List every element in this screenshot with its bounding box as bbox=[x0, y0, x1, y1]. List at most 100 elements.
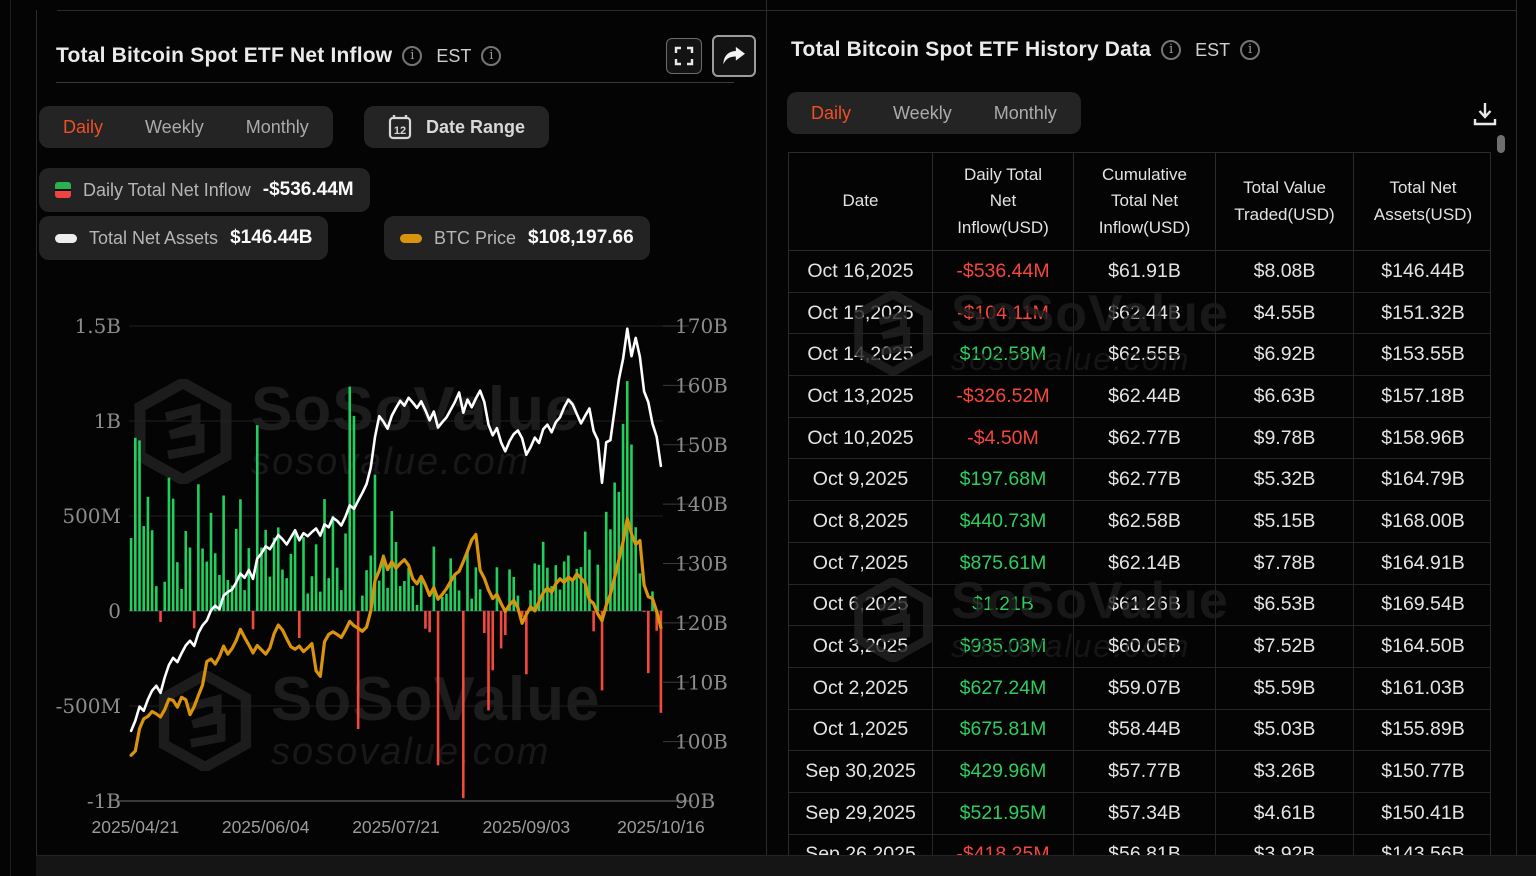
date-cell: Oct 1,2025 bbox=[789, 709, 933, 752]
date-range-button[interactable]: 12 Date Range bbox=[364, 106, 550, 148]
table-body[interactable]: Oct 16,2025 -$536.44M $61.91B $8.08B $146.44… bbox=[789, 251, 1490, 855]
inflow-bar-positive bbox=[146, 496, 150, 611]
tab-daily[interactable]: Daily bbox=[63, 117, 103, 138]
inflow-bar-negative bbox=[491, 611, 495, 671]
traded-cell: $5.15B bbox=[1216, 501, 1354, 543]
inflow-bar-positive bbox=[176, 562, 179, 611]
inflow-bar-negative bbox=[525, 611, 528, 675]
legend-net-assets[interactable]: Total Net Assets $146.44B bbox=[39, 216, 329, 260]
legend-net-inflow[interactable]: Daily Total Net Inflow -$536.44M bbox=[39, 168, 370, 212]
inflow-bar-negative bbox=[504, 611, 507, 636]
inflow-bar-positive bbox=[457, 590, 461, 611]
history-data-panel: SoSoValue sosovalue.com SoSoValue sosova… bbox=[766, 0, 1516, 855]
assets-cell: $150.41B bbox=[1354, 793, 1490, 835]
inflow-cell: -$418.25M bbox=[933, 834, 1074, 855]
green-red-square-icon bbox=[55, 182, 71, 198]
date-cell: Sep 26,2025 bbox=[789, 834, 933, 855]
inflow-cell: $521.95M bbox=[933, 792, 1074, 835]
inflow-bar-positive bbox=[571, 580, 574, 611]
table-row: Oct 3,2025 $985.08M $60.05B $7.52B $164.50B bbox=[789, 626, 1490, 668]
legend-value: -$536.44M bbox=[262, 179, 354, 200]
inflow-cell: $1.21B bbox=[933, 584, 1074, 627]
traded-cell: $4.55B bbox=[1216, 292, 1354, 335]
x-axis-tick-label: 2025/04/21 bbox=[92, 817, 180, 837]
info-icon[interactable]: i bbox=[1161, 40, 1182, 60]
share-button[interactable] bbox=[712, 35, 756, 77]
date-cell: Oct 9,2025 bbox=[789, 459, 933, 502]
inflow-bar-positive bbox=[621, 423, 625, 611]
info-icon[interactable]: i bbox=[481, 46, 502, 66]
tab-monthly[interactable]: Monthly bbox=[994, 103, 1057, 124]
inflow-bar-positive bbox=[562, 561, 566, 611]
date-range-label: Date Range bbox=[426, 116, 526, 137]
inflow-bar-positive bbox=[394, 542, 398, 611]
inflow-bar-negative bbox=[461, 611, 465, 799]
inflow-bar-positive bbox=[478, 589, 482, 611]
traded-cell: $3.26B bbox=[1216, 751, 1354, 793]
legend-btc-price[interactable]: BTC Price $108,197.66 bbox=[384, 216, 650, 260]
info-icon[interactable]: i bbox=[1240, 40, 1261, 60]
cumulative-cell: $59.07B bbox=[1074, 667, 1216, 710]
left-axis-tick-label: 0 bbox=[108, 599, 121, 623]
inflow-bar-positive bbox=[361, 595, 364, 611]
download-button[interactable] bbox=[1467, 96, 1503, 132]
chart-canvas[interactable]: 1.5B 1B 500M 0 -500M -1B 170B 160B 150B 140B 130B 1… bbox=[37, 300, 767, 855]
table-row: Oct 2,2025 $627.24M $59.07B $5.59B $161.03B bbox=[789, 667, 1490, 710]
table-row: Oct 8,2025 $440.73M $62.58B $5.15B $168.00B bbox=[789, 501, 1490, 543]
table-period-tabs: Daily Weekly Monthly bbox=[787, 92, 1081, 134]
inflow-bar-negative bbox=[499, 611, 503, 649]
right-axis-tick-label: 120B bbox=[675, 611, 728, 635]
inflow-cell: $985.08M bbox=[933, 626, 1074, 668]
inflow-cell: -$326.52M bbox=[933, 376, 1074, 418]
inflow-bar-positive bbox=[314, 544, 318, 611]
date-cell: Oct 7,2025 bbox=[789, 542, 933, 585]
inflow-bar-positive bbox=[579, 567, 583, 611]
date-cell: Oct 15,2025 bbox=[789, 292, 933, 335]
inflow-bar-positive bbox=[180, 588, 183, 611]
timezone-label: EST bbox=[1195, 39, 1231, 60]
traded-cell: $6.63B bbox=[1216, 376, 1354, 418]
inflow-bar-positive bbox=[398, 586, 402, 611]
inflow-bar-negative bbox=[159, 611, 162, 623]
legend-label: BTC Price bbox=[434, 227, 517, 248]
inflow-cell: $429.96M bbox=[933, 751, 1074, 793]
inflow-bar-positive bbox=[352, 415, 356, 611]
date-cell: Oct 13,2025 bbox=[789, 376, 933, 418]
right-axis-tick-label: 140B bbox=[675, 492, 728, 516]
inflow-bar-positive bbox=[155, 586, 158, 611]
table-row: Oct 13,2025 -$326.52M $62.44B $6.63B $157.18… bbox=[789, 376, 1490, 418]
date-cell: Sep 30,2025 bbox=[789, 751, 933, 793]
fullscreen-button[interactable] bbox=[666, 38, 702, 74]
chart-period-tabs: Daily Weekly Monthly bbox=[39, 106, 333, 148]
tab-weekly[interactable]: Weekly bbox=[145, 117, 204, 138]
inflow-bar-positive bbox=[440, 596, 444, 611]
info-icon[interactable]: i bbox=[402, 46, 423, 66]
inflow-bar-positive bbox=[596, 564, 600, 611]
inflow-bar-positive bbox=[289, 553, 293, 611]
assets-cell: $161.03B bbox=[1354, 668, 1490, 710]
inflow-bar-negative bbox=[646, 611, 650, 674]
tab-daily[interactable]: Daily bbox=[811, 103, 851, 124]
traded-cell: $7.78B bbox=[1216, 542, 1354, 585]
table-scrollbar-thumb[interactable] bbox=[1497, 135, 1505, 153]
svg-text:12: 12 bbox=[394, 125, 406, 137]
page-right-edge bbox=[1516, 0, 1517, 876]
etf-combo-chart[interactable]: 1.5B 1B 500M 0 -500M -1B 170B 160B 150B 140B 130B 1… bbox=[37, 300, 767, 855]
inflow-bar-positive bbox=[466, 549, 469, 611]
inflow-bar-positive bbox=[327, 578, 331, 611]
right-axis-tick-label: 150B bbox=[675, 433, 728, 457]
inflow-bar-positive bbox=[197, 484, 200, 611]
assets-cell: $164.50B bbox=[1354, 626, 1490, 668]
inflow-cell: -$536.44M bbox=[933, 251, 1074, 293]
table-row: Oct 6,2025 $1.21B $61.26B $6.53B $169.54B bbox=[789, 584, 1490, 627]
inflow-cell: $875.61M bbox=[933, 542, 1074, 585]
x-axis-tick-label: 2025/09/03 bbox=[483, 817, 571, 837]
tab-monthly[interactable]: Monthly bbox=[246, 117, 309, 138]
tab-weekly[interactable]: Weekly bbox=[893, 103, 952, 124]
inflow-bar-positive bbox=[129, 538, 133, 611]
cumulative-cell: $62.58B bbox=[1074, 501, 1216, 543]
inflow-bar-positive bbox=[419, 577, 423, 611]
inflow-bar-positive bbox=[171, 498, 175, 611]
date-cell: Oct 14,2025 bbox=[789, 334, 933, 377]
inflow-bar-positive bbox=[239, 499, 242, 611]
